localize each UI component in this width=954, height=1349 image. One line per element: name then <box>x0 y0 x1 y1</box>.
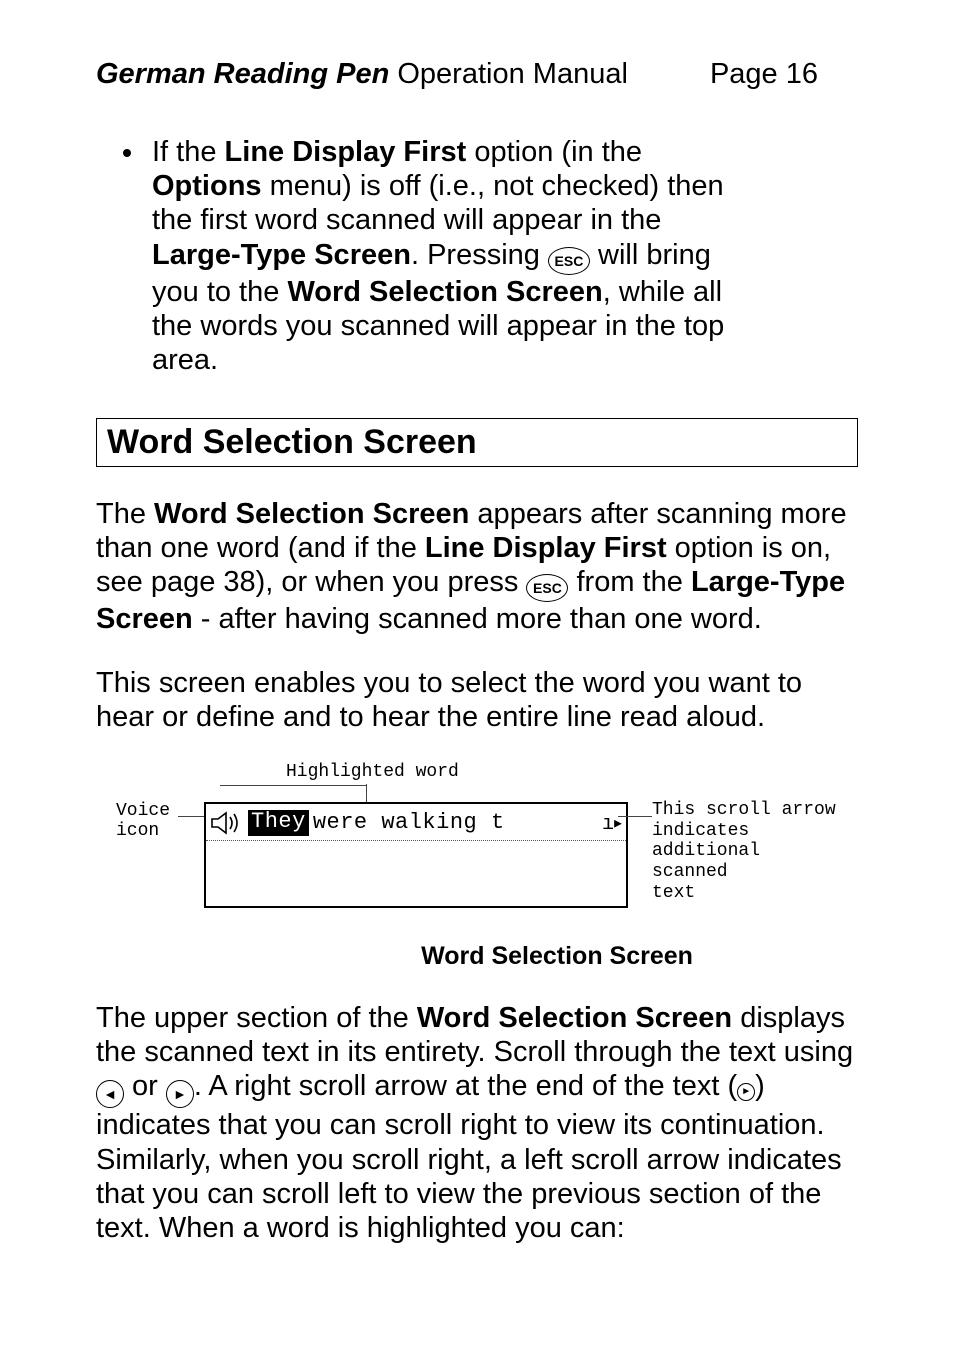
header-title-rest: Operation Manual <box>389 58 628 90</box>
page-number: Page 16 <box>710 58 818 91</box>
bullet-strong: Large-Type Screen <box>152 239 411 271</box>
para-text: . A right scroll arrow at the end of the… <box>194 1070 728 1102</box>
paragraph-1: The Word Selection Screen appears after … <box>96 497 858 637</box>
esc-key-icon: ESC <box>526 574 568 602</box>
scroll-arrow-label: This scroll arrow indicates additional s… <box>652 800 836 903</box>
callout-line <box>366 784 367 804</box>
esc-key-icon: ESC <box>548 247 590 275</box>
figure-caption: Word Selection Screen <box>256 942 858 971</box>
header-title: German Reading Pen Operation Manual <box>96 58 628 91</box>
bullet-text: option (in the <box>466 136 642 168</box>
right-arrow-icon: ► <box>166 1080 194 1108</box>
page-header: German Reading Pen Operation Manual Page… <box>96 58 858 91</box>
para-text: The upper section of the <box>96 1002 417 1034</box>
header-title-emphasis: German Reading Pen <box>96 58 389 90</box>
scroll-label-line: scanned <box>652 862 728 882</box>
info-bullet-item: If the Line Display First option (in the… <box>146 135 752 378</box>
para-text: or <box>124 1070 166 1102</box>
voice-label-line: Voice <box>116 801 170 821</box>
section-heading-box: Word Selection Screen <box>96 418 858 467</box>
voice-label-line: icon <box>116 821 159 841</box>
scroll-label-line: indicates <box>652 821 749 841</box>
voice-icon-label: Voice icon <box>116 802 170 842</box>
callout-line <box>220 785 366 786</box>
bullet-strong: Options <box>152 170 262 202</box>
bullet-text: . Pressing <box>411 239 548 271</box>
lcd-text-line: They were walking t ı▸ <box>206 804 626 841</box>
para-strong: Word Selection Screen <box>417 1002 732 1034</box>
para-text: The <box>96 498 154 530</box>
para-text: indicates that you can scroll right to v… <box>96 1109 842 1244</box>
paragraph-3: The upper section of the Word Selection … <box>96 1001 858 1245</box>
mini-right-arrow-icon: ► <box>737 1083 755 1101</box>
scroll-label-line: additional <box>652 841 760 861</box>
lcd-plain-text: were walking t <box>309 810 509 835</box>
scroll-label-line: text <box>652 883 695 903</box>
scroll-arrow-icon: ı▸ <box>602 810 624 836</box>
para-text: from the <box>568 566 691 598</box>
para-text: - after having scanned more than one wor… <box>193 603 762 635</box>
section-heading: Word Selection Screen <box>107 423 847 462</box>
highlighted-word-label: Highlighted word <box>286 762 459 782</box>
lcd-screen: They were walking t ı▸ <box>204 802 628 908</box>
callout-line <box>618 816 652 817</box>
bullet-text: If the <box>152 136 225 168</box>
para-strong: Word Selection Screen <box>154 498 469 530</box>
word-selection-figure: Highlighted word Voice icon They were wa… <box>96 762 858 932</box>
lcd-highlighted-word: They <box>248 810 309 836</box>
speaker-icon <box>210 811 246 835</box>
scroll-label-line: This scroll arrow <box>652 800 836 820</box>
bullet-strong: Word Selection Screen <box>287 276 602 308</box>
para-strong: Line Display First <box>425 532 667 564</box>
bullet-strong: Line Display First <box>225 136 467 168</box>
info-bullet-list: If the Line Display First option (in the… <box>146 135 858 378</box>
left-arrow-icon: ◄ <box>96 1080 124 1108</box>
paragraph-2: This screen enables you to select the wo… <box>96 666 858 734</box>
